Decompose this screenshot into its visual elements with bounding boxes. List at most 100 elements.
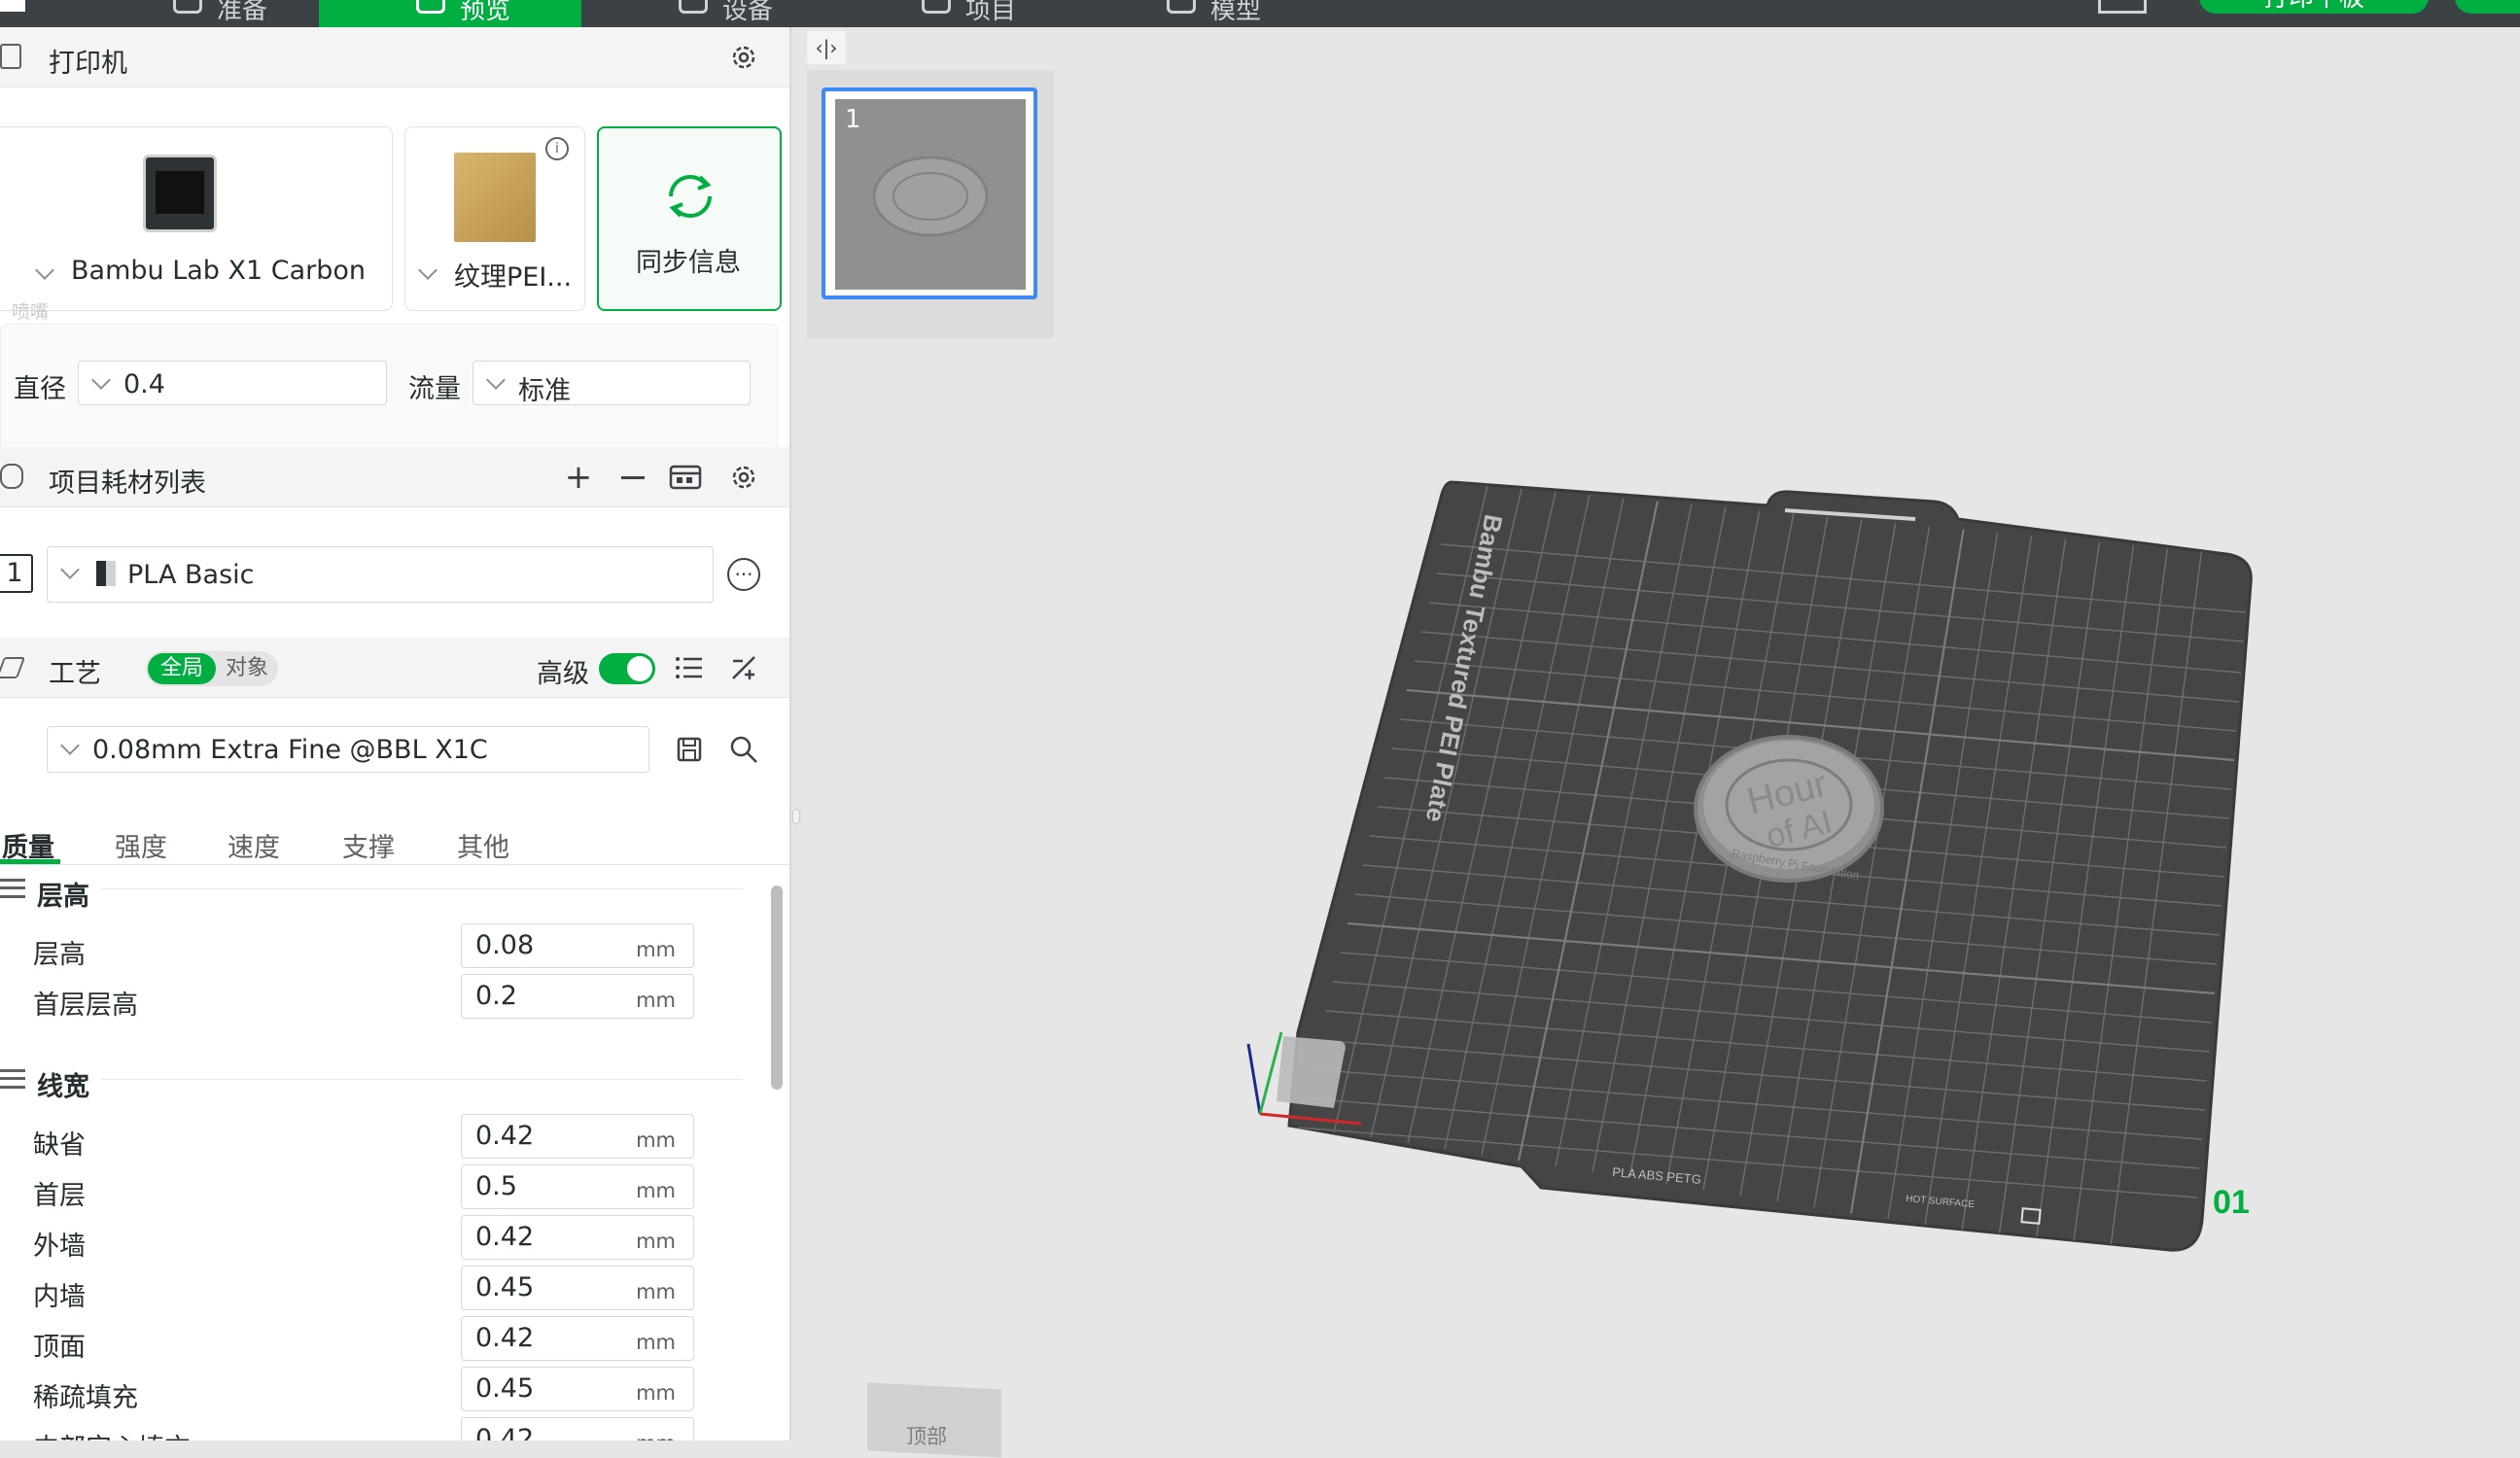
param-label: 稀疏填充 <box>33 1383 138 1413</box>
tab-speed[interactable]: 速度 <box>228 826 280 864</box>
param-label: 缺省 <box>33 1130 86 1161</box>
param-label: 层高 <box>33 940 86 970</box>
filament-more-icon[interactable]: ··· <box>727 558 760 591</box>
printer-icon <box>0 44 21 69</box>
printer-select-card[interactable]: Bambu Lab X1 Carbon <box>0 126 393 311</box>
param-label: 首层 <box>33 1181 86 1211</box>
param-value: 0.2 <box>475 981 517 1011</box>
default-width-input[interactable]: 0.42 mm <box>461 1114 694 1159</box>
top-surface-width-input[interactable]: 0.42 mm <box>461 1316 694 1361</box>
plate-name: 纹理PEI... <box>454 262 573 293</box>
scope-global-option[interactable]: 全局 <box>148 653 216 684</box>
param-unit: mm <box>636 1128 676 1152</box>
param-row-layer-height: 层高 0.08 mm <box>0 923 739 972</box>
filament-settings-gear-icon[interactable] <box>727 461 760 494</box>
tab-device-label: 设备 <box>722 0 774 25</box>
group-divider <box>101 888 743 889</box>
sync-info-button[interactable]: 同步信息 <box>597 126 782 311</box>
printer-settings-gear-icon[interactable] <box>727 41 760 74</box>
tab-strength[interactable]: 强度 <box>115 826 167 864</box>
param-row-initial-layer-height: 首层层高 0.2 mm <box>0 974 739 1023</box>
param-row-top-surface-width: 顶面 0.42 mm <box>0 1316 739 1365</box>
inner-wall-width-input[interactable]: 0.45 mm <box>461 1266 694 1310</box>
collapse-sidebar-button[interactable]: ‹|› <box>807 31 846 64</box>
param-unit: mm <box>636 989 676 1012</box>
internal-solid-infill-width-input[interactable]: 0.42 mm <box>461 1417 694 1441</box>
printer-thumbnail <box>143 155 217 232</box>
layer-height-input[interactable]: 0.08 mm <box>461 923 694 968</box>
sync-label: 同步信息 <box>636 248 741 278</box>
scope-toggle[interactable]: 全局 对象 <box>146 651 278 686</box>
param-unit: mm <box>636 1179 676 1202</box>
advanced-label: 高级 <box>537 659 589 689</box>
process-section-title: 工艺 <box>49 659 101 689</box>
process-layers-icon <box>0 657 26 678</box>
y-axis <box>1258 1031 1283 1115</box>
advanced-toggle[interactable] <box>599 653 655 684</box>
tab-support[interactable]: 支撑 <box>342 826 395 864</box>
tab-model[interactable]: 模型 <box>1069 0 1312 27</box>
filament-section-title: 项目耗材列表 <box>49 469 206 499</box>
model-icon <box>1167 0 1196 14</box>
param-value: 0.45 <box>475 1272 535 1302</box>
initial-layer-height-input[interactable]: 0.2 mm <box>461 974 694 1019</box>
param-label: 首层层高 <box>33 990 138 1021</box>
settings-scrollbar[interactable] <box>771 885 783 1090</box>
search-icon[interactable] <box>727 733 760 766</box>
device-icon <box>679 0 708 14</box>
info-icon[interactable]: i <box>545 137 569 160</box>
print-plate-button[interactable]: 打印平板 <box>2199 0 2429 14</box>
slice-icon[interactable] <box>2098 0 2147 14</box>
tab-project[interactable]: 项目 <box>824 0 1068 27</box>
print-dropdown-button[interactable] <box>2455 0 2520 14</box>
remove-filament-button[interactable] <box>616 461 649 494</box>
plate-number: 1 <box>845 105 861 134</box>
param-row-sparse-infill-width: 稀疏填充 0.45 mm <box>0 1367 739 1415</box>
tab-project-label: 项目 <box>965 0 1017 25</box>
tab-prepare[interactable]: 准备 <box>76 0 319 27</box>
plate-thumbnail-1[interactable]: 1 <box>822 87 1037 299</box>
diameter-select[interactable]: 0.4 <box>78 361 387 405</box>
scope-object-option[interactable]: 对象 <box>218 653 276 684</box>
thumbnail-model-icon <box>872 156 989 237</box>
sparse-infill-width-input[interactable]: 0.45 mm <box>461 1367 694 1411</box>
param-unit: mm <box>636 1230 676 1253</box>
param-row-outer-wall-width: 外墙 0.42 mm <box>0 1215 739 1264</box>
flow-value: 标准 <box>518 376 571 406</box>
plate-index-label: 01 <box>2213 1184 2250 1221</box>
compare-presets-icon[interactable] <box>727 651 760 684</box>
layer-group-icon <box>0 879 25 898</box>
param-unit: mm <box>636 1331 676 1354</box>
view-cube-top-label: 顶部 <box>906 1425 947 1448</box>
app-logo-icon[interactable] <box>0 0 25 12</box>
tabs-divider <box>0 864 789 865</box>
tab-others[interactable]: 其他 <box>457 826 509 864</box>
param-row-default-width: 缺省 0.42 mm <box>0 1114 739 1163</box>
outer-wall-width-input[interactable]: 0.42 mm <box>461 1215 694 1260</box>
filament-select[interactable]: PLA Basic <box>47 546 714 603</box>
filament-sync-icon[interactable] <box>669 461 702 494</box>
param-label: 内部实心填充 <box>33 1427 191 1441</box>
initial-layer-width-input[interactable]: 0.5 mm <box>461 1164 694 1209</box>
hour-of-ai-model[interactable]: Hour of AI Raspberry Pi Foundation <box>1694 735 1884 883</box>
nozzle-section-label: 喷嘴 <box>12 301 50 323</box>
process-preset-select[interactable]: 0.08mm Extra Fine @BBL X1C <box>47 726 649 773</box>
filament-section-header: 项目耗材列表 + <box>0 447 789 507</box>
group-divider <box>101 1079 743 1080</box>
filament-slot-number[interactable]: 1 <box>0 554 33 593</box>
add-filament-button[interactable]: + <box>562 458 595 497</box>
tab-preview[interactable]: 预览 <box>319 0 581 27</box>
tab-device[interactable]: 设备 <box>581 0 824 27</box>
flow-select[interactable]: 标准 <box>472 361 751 406</box>
param-unit: mm <box>636 1432 676 1441</box>
param-value: 0.42 <box>475 1323 535 1353</box>
list-view-icon[interactable] <box>673 651 706 684</box>
origin-corner <box>1277 1036 1346 1108</box>
line-width-group-title: 线宽 <box>37 1072 89 1102</box>
tab-preview-label: 预览 <box>460 0 511 25</box>
plate-type-card[interactable]: i 纹理PEI... <box>404 126 585 311</box>
save-preset-icon[interactable] <box>673 733 706 766</box>
filament-name: PLA Basic <box>127 560 255 590</box>
cube-icon <box>173 0 202 14</box>
settings-sidebar: 打印机 Bambu Lab X1 Carbon i 纹理PEI... 同步信息 … <box>0 27 789 1441</box>
